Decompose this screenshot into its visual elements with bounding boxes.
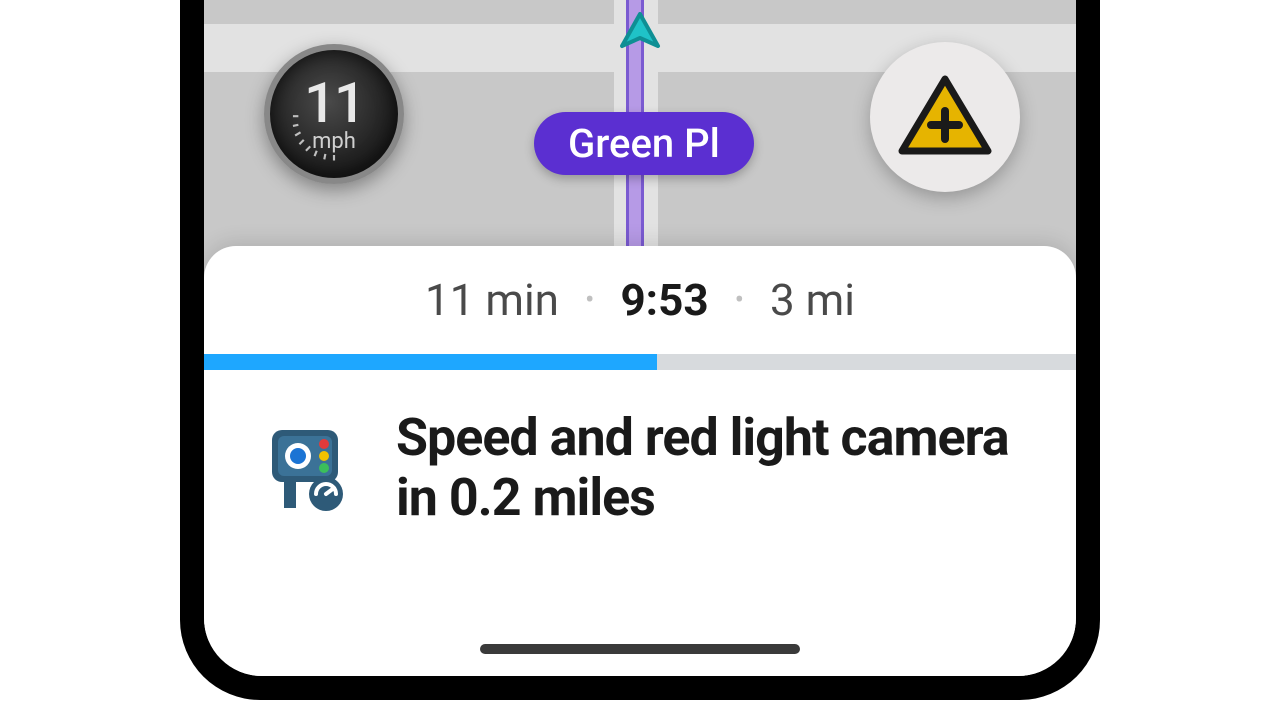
eta-row[interactable]: 11 min • 9:53 • 3 mi [204,274,1076,326]
home-indicator[interactable] [480,644,800,654]
alert-row[interactable]: Speed and red light camera in 0.2 miles [204,370,1076,528]
speedometer[interactable]: 11 mph [264,44,404,184]
speed-camera-icon [264,416,364,520]
bottom-sheet[interactable]: 11 min • 9:53 • 3 mi [204,246,1076,676]
eta-arrival-time: 9:53 [620,274,708,326]
separator-dot-icon: • [735,283,744,316]
current-location-arrow-icon [618,12,662,56]
street-name-pill[interactable]: Green Pl [534,112,754,175]
separator-dot-icon: • [585,283,594,316]
report-button[interactable] [870,42,1020,192]
phone-frame: 11 mph Green Pl 11 min • 9:53 • 3 mi [180,0,1100,700]
warning-plus-icon [896,73,994,161]
street-name-label: Green Pl [568,120,720,167]
trip-progress-fill [204,354,657,370]
alert-text: Speed and red light camera in 0.2 miles [396,408,1028,528]
speedometer-ticks-icon [280,60,388,168]
eta-remaining: 11 min [425,274,559,326]
phone-screen: 11 mph Green Pl 11 min • 9:53 • 3 mi [204,0,1076,676]
eta-distance: 3 mi [770,274,855,326]
trip-progress-bar [204,354,1076,370]
